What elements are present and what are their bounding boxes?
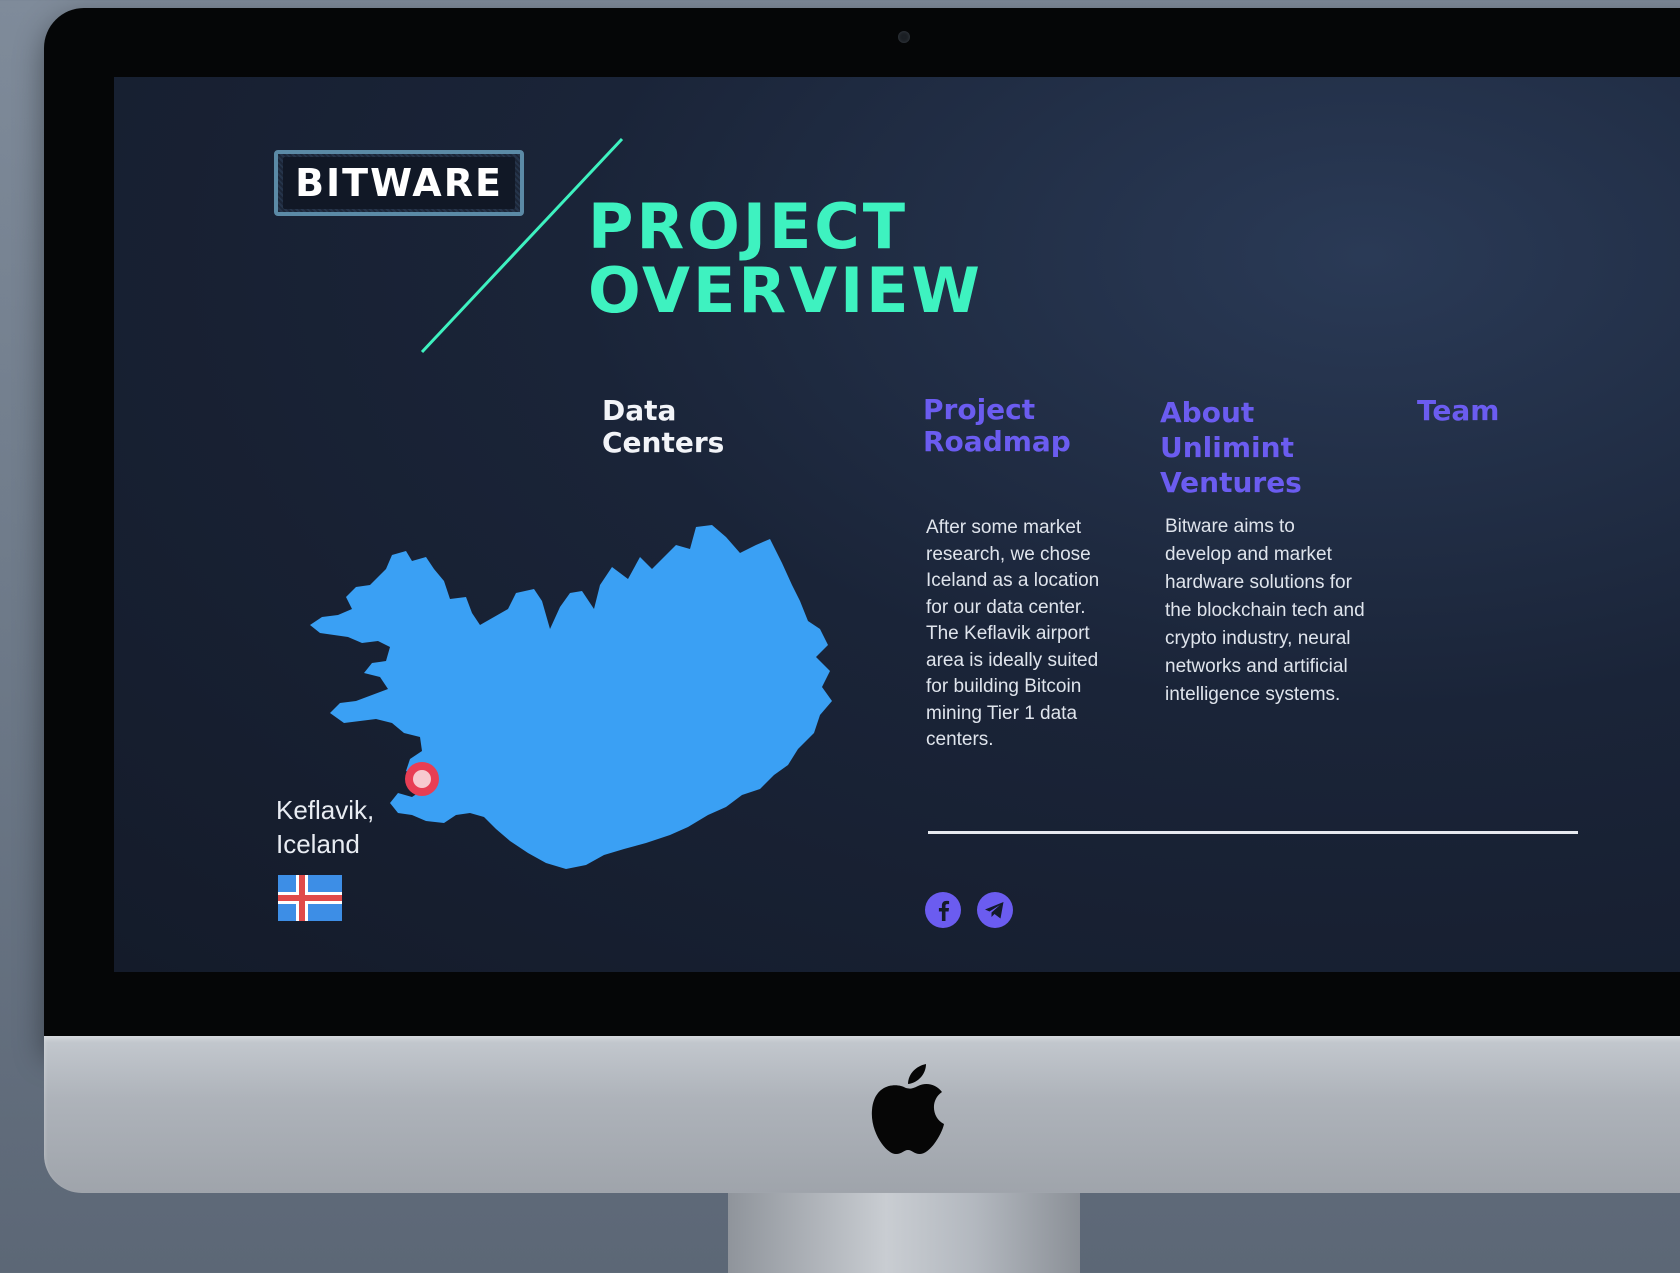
paragraph-line: the blockchain tech and [1165, 600, 1365, 621]
nav-label: Data [602, 394, 677, 427]
nav-item-about-unlimint-ventures[interactable]: About Unlimint Ventures [1160, 395, 1302, 500]
paragraph-line: The Keflavik airport [926, 623, 1090, 644]
bitware-logo[interactable]: BITWARE [274, 150, 524, 216]
nav-label: Roadmap [923, 425, 1071, 458]
nav-label: About [1160, 396, 1255, 429]
bitware-aims-description: Bitware aims to develop and market hardw… [1165, 513, 1365, 709]
title-line-1: PROJECT [588, 190, 909, 263]
paragraph-line: area is ideally suited [926, 649, 1099, 671]
paragraph-line: centers. [926, 729, 994, 750]
nav-label: Centers [602, 426, 725, 459]
nav-label: Unlimint [1160, 431, 1294, 464]
facebook-icon[interactable] [924, 891, 962, 929]
nav-label: Ventures [1160, 466, 1302, 499]
paragraph-line: crypto industry, neural [1165, 628, 1351, 649]
iceland-flag-icon [278, 875, 342, 921]
nav-label: Team [1417, 394, 1500, 427]
paragraph-line: develop and market [1165, 544, 1332, 565]
location-line: Iceland [276, 829, 360, 859]
paragraph-line: mining Tier 1 data [926, 702, 1078, 724]
paragraph-line: hardware solutions for [1165, 572, 1352, 593]
data-center-description: After some market research, we chose Ice… [926, 515, 1099, 754]
monitor-stand [728, 1193, 1080, 1273]
paragraph-line: for our data center. [926, 596, 1086, 618]
divider [928, 831, 1578, 834]
paragraph-line: research, we chose [926, 543, 1091, 565]
nav-item-data-centers[interactable]: Data Centers [602, 395, 724, 459]
paragraph-line: Iceland as a location [926, 570, 1100, 591]
camera-icon [898, 31, 910, 43]
title-line-2: OVERVIEW [588, 254, 983, 327]
location-label: Keflavik, Iceland [276, 793, 406, 861]
paragraph-line: Bitware aims to [1165, 516, 1295, 537]
paragraph-line: networks and artificial [1165, 656, 1348, 677]
nav-item-project-roadmap[interactable]: Project Roadmap [923, 394, 1071, 458]
page-title: PROJECT OVERVIEW [588, 195, 983, 323]
apple-logo-icon [871, 1064, 944, 1154]
monitor-chin [44, 1036, 1680, 1193]
screen: BITWARE PROJECT OVERVIEW Data Centers Pr… [114, 77, 1680, 972]
location-line: Keflavik, [276, 795, 375, 825]
paragraph-line: intelligence systems. [1165, 684, 1341, 705]
nav-item-team[interactable]: Team [1417, 395, 1499, 427]
nav-label: Project [923, 393, 1036, 426]
logo-text: BITWARE [283, 157, 515, 209]
telegram-icon[interactable] [976, 891, 1014, 929]
paragraph-line: After some market [926, 517, 1082, 538]
paragraph-line: for building Bitcoin [926, 676, 1082, 697]
